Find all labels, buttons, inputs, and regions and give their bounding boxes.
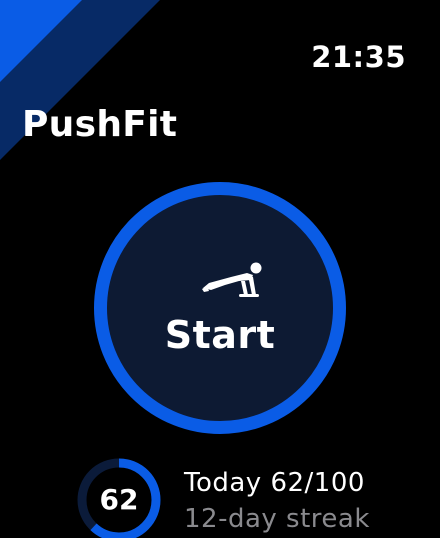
progress-ring: 62 xyxy=(76,457,162,538)
pushup-icon xyxy=(202,262,262,297)
status-time: 21:35 xyxy=(311,40,406,74)
app-title: PushFit xyxy=(22,104,178,145)
streak-text: 12-day streak xyxy=(184,504,370,534)
today-progress-text: Today 62/100 xyxy=(184,468,365,498)
start-button[interactable]: Start xyxy=(94,182,346,434)
progress-value: 62 xyxy=(99,483,139,516)
watch-screen: 21:35 PushFit Start 62 Today 62/100 12-d… xyxy=(0,0,440,538)
start-label: Start xyxy=(164,313,276,357)
